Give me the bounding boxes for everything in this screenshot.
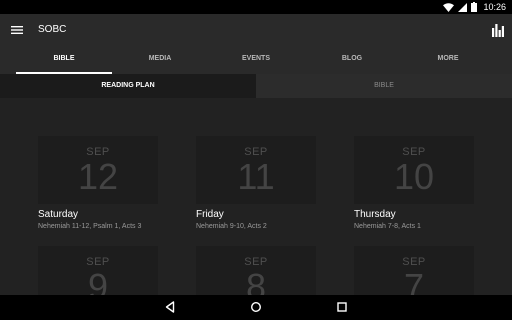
reading-card[interactable]: SEP 11 Friday Nehemiah 9-10, Acts 2	[196, 136, 316, 231]
status-icons: 10:26	[443, 1, 506, 13]
tab-media[interactable]: MEDIA	[112, 52, 208, 74]
reading-card[interactable]: SEP 12 Saturday Nehemiah 11-12, Psalm 1,…	[38, 136, 158, 231]
card-readings: Nehemiah 9-10, Acts 2	[196, 223, 267, 230]
card-readings: Nehemiah 7-8, Acts 1	[354, 223, 421, 230]
wifi-icon	[443, 2, 455, 12]
app-title: SOBC	[38, 24, 67, 35]
subtab-bible[interactable]: BIBLE	[256, 74, 512, 98]
navigation-bar	[0, 295, 512, 320]
date-tile: SEP 9	[38, 246, 158, 295]
card-weekday: Saturday	[38, 209, 79, 220]
tile-day: 11	[237, 156, 275, 197]
tab-bible[interactable]: BIBLE	[16, 52, 112, 74]
tab-bar: BIBLE MEDIA EVENTS BLOG MORE	[0, 52, 512, 74]
tile-day: 12	[77, 156, 119, 197]
reading-plan-grid: SEP 12 Saturday Nehemiah 11-12, Psalm 1,…	[0, 98, 512, 295]
tile-day: 9	[87, 266, 109, 296]
date-tile: SEP 7	[354, 246, 474, 295]
reading-card[interactable]: SEP 9	[38, 246, 158, 295]
subtab-bar: READING PLAN BIBLE	[0, 74, 512, 98]
date-tile: SEP 11	[196, 136, 316, 204]
card-readings: Nehemiah 11-12, Psalm 1, Acts 3	[38, 223, 142, 230]
reading-card[interactable]: SEP 8	[196, 246, 316, 295]
recents-icon[interactable]	[336, 301, 348, 313]
tile-day: 10	[393, 156, 435, 197]
app-bar: SOBC BIBLE MEDIA EVENTS BLOG MORE	[0, 14, 512, 74]
date-tile: SEP 12	[38, 136, 158, 204]
tile-day: 7	[403, 266, 425, 296]
chart-icon[interactable]	[492, 23, 504, 37]
date-tile: SEP 10	[354, 136, 474, 204]
battery-icon	[471, 2, 478, 12]
card-weekday: Thursday	[354, 209, 396, 220]
reading-card[interactable]: SEP 10 Thursday Nehemiah 7-8, Acts 1	[354, 136, 474, 231]
card-weekday: Friday	[196, 209, 224, 220]
menu-icon[interactable]	[11, 24, 23, 36]
status-time: 10:26	[483, 2, 506, 12]
subtab-reading-plan[interactable]: READING PLAN	[0, 74, 256, 98]
back-icon[interactable]	[164, 301, 176, 313]
tab-events[interactable]: EVENTS	[208, 52, 304, 74]
reading-card[interactable]: SEP 7	[354, 246, 474, 295]
tab-more[interactable]: MORE	[400, 52, 496, 74]
tile-day: 8	[245, 266, 267, 296]
date-tile: SEP 8	[196, 246, 316, 295]
home-icon[interactable]	[250, 301, 262, 313]
signal-icon	[458, 2, 468, 12]
tab-blog[interactable]: BLOG	[304, 52, 400, 74]
status-bar: 10:26	[0, 0, 512, 14]
